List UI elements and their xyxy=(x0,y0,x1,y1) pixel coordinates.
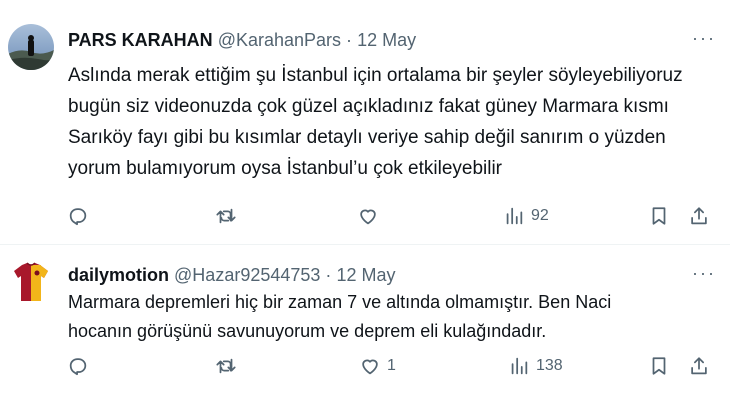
avatar[interactable] xyxy=(8,24,54,70)
separator-dot: · xyxy=(346,30,353,50)
share-icon xyxy=(691,207,707,225)
bookmark-button[interactable] xyxy=(648,351,670,381)
tweet-actions: 92 xyxy=(0,201,730,231)
share-icon xyxy=(691,357,707,375)
tweet-text-line: bugün siz videonuzda çok güzel açıkladın… xyxy=(68,96,669,117)
share-button[interactable] xyxy=(688,201,710,231)
reply-icon xyxy=(69,208,87,226)
heart-icon xyxy=(360,209,376,225)
tweet-text: Marmara depremleri hiç bir zaman 7 ve al… xyxy=(68,288,718,346)
bookmark-icon xyxy=(652,207,666,225)
share-button[interactable] xyxy=(688,351,710,381)
author-handle[interactable]: @KarahanPars xyxy=(218,30,341,50)
tweet-header: dailymotion @Hazar92544753 · 12 May xyxy=(68,265,395,286)
reply-button[interactable] xyxy=(67,351,95,381)
avatar[interactable] xyxy=(8,259,54,305)
views-button[interactable]: 92 xyxy=(503,201,549,231)
views-button[interactable]: 138 xyxy=(508,351,563,381)
views-count: 92 xyxy=(531,207,549,224)
like-count: 1 xyxy=(387,357,396,374)
tweet-text-line: Aslında merak ettiğim şu İstanbul için o… xyxy=(68,65,683,86)
like-button[interactable] xyxy=(357,201,385,231)
author-name[interactable]: PARS KARAHAN xyxy=(68,30,213,50)
tweet-actions: 1 138 xyxy=(0,351,730,381)
bookmark-icon xyxy=(652,357,666,375)
like-button[interactable]: 1 xyxy=(359,351,396,381)
tweet-text-line: hocanın görüşünü savunuyorum ve deprem e… xyxy=(68,321,547,341)
separator-dot: · xyxy=(325,265,332,285)
author-name[interactable]: dailymotion xyxy=(68,265,169,285)
avatar-photo-icon xyxy=(8,24,54,70)
jersey-icon xyxy=(8,259,54,305)
more-options-icon[interactable]: ··· xyxy=(692,28,716,49)
tweet-text-line: yorum bulamıyorum oysa İstanbul’u çok et… xyxy=(68,158,503,179)
retweet-icon xyxy=(216,208,236,224)
reply-button[interactable] xyxy=(67,201,95,231)
author-handle[interactable]: @Hazar92544753 xyxy=(174,265,320,285)
tweet-text-line: Marmara depremleri hiç bir zaman 7 ve al… xyxy=(68,292,612,312)
views-icon xyxy=(511,357,528,375)
retweet-button[interactable] xyxy=(215,201,243,231)
tweet-date[interactable]: 12 May xyxy=(336,265,395,285)
bookmark-button[interactable] xyxy=(648,201,670,231)
tweet-header: PARS KARAHAN @KarahanPars · 12 May xyxy=(68,30,416,51)
tweet[interactable]: PARS KARAHAN @KarahanPars · 12 May ··· A… xyxy=(0,0,730,245)
tweet-text-line: Sarıköy fayı gibi bu kısımlar detaylı ve… xyxy=(68,127,666,148)
retweet-button[interactable] xyxy=(215,351,243,381)
tweet-text: Aslında merak ettiğim şu İstanbul için o… xyxy=(68,60,718,184)
tweet-date[interactable]: 12 May xyxy=(357,30,416,50)
reply-icon xyxy=(69,358,87,376)
more-options-icon[interactable]: ··· xyxy=(692,263,716,284)
heart-icon xyxy=(362,359,378,375)
views-count: 138 xyxy=(536,357,563,374)
views-icon xyxy=(506,207,523,225)
retweet-icon xyxy=(216,358,236,374)
